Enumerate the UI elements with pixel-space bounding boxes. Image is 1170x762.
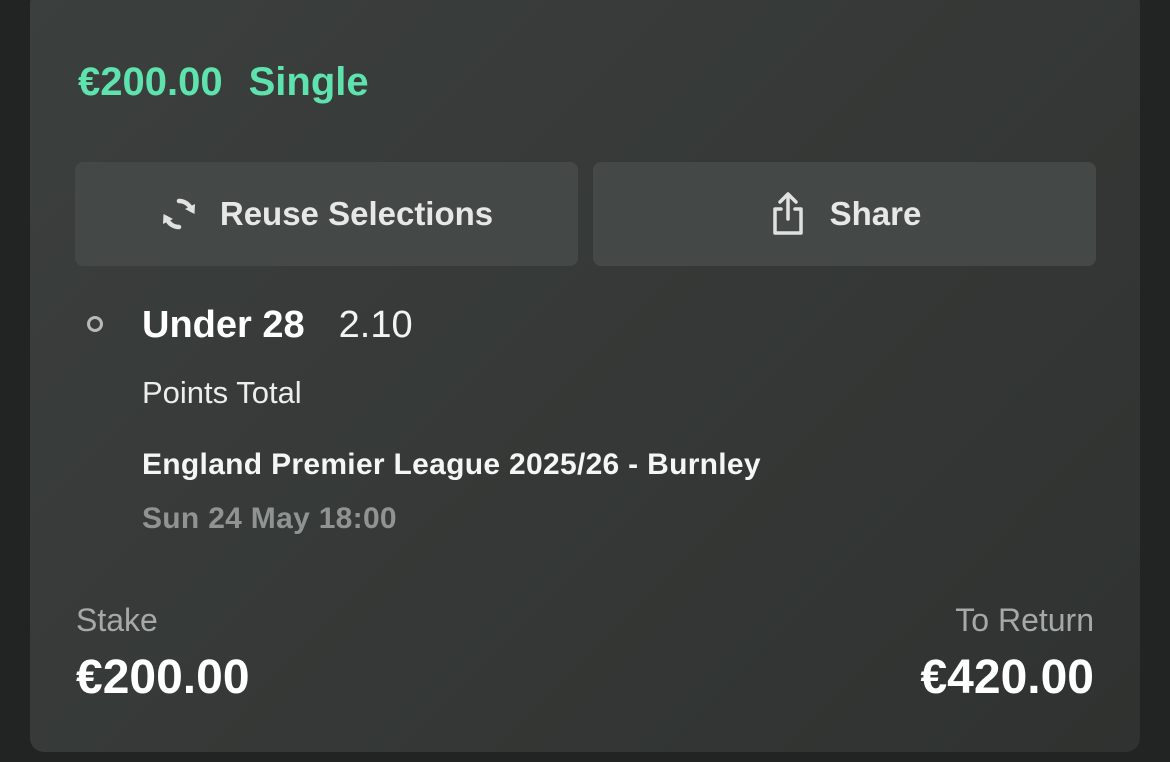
market-name: Points Total xyxy=(142,375,302,410)
selection-odds: 2.10 xyxy=(338,304,413,346)
bet-card: €200.00 Single Reuse Selections Share Un… xyxy=(30,0,1140,752)
share-label: Share xyxy=(829,195,922,232)
reuse-selections-label: Reuse Selections xyxy=(219,195,494,232)
to-return-label: To Return xyxy=(955,602,1094,638)
selection-line: Under 28 2.10 xyxy=(142,304,413,347)
stake-value: €200.00 xyxy=(76,651,250,704)
bet-type: Single xyxy=(248,60,369,104)
refresh-icon xyxy=(160,195,198,233)
stake-label: Stake xyxy=(76,602,158,638)
event-name[interactable]: England Premier League 2025/26 - Burnley xyxy=(142,448,761,482)
bet-amount: €200.00 xyxy=(78,60,223,104)
to-return-value: €420.00 xyxy=(920,651,1094,704)
reuse-selections-button[interactable]: Reuse Selections xyxy=(75,162,578,266)
event-datetime: Sun 24 May 18:00 xyxy=(142,502,397,535)
share-icon xyxy=(768,191,808,237)
pending-circle-icon xyxy=(87,316,103,332)
selection-name: Under 28 xyxy=(142,304,305,346)
bet-header: €200.00 Single xyxy=(78,58,369,106)
share-button[interactable]: Share xyxy=(593,162,1096,266)
